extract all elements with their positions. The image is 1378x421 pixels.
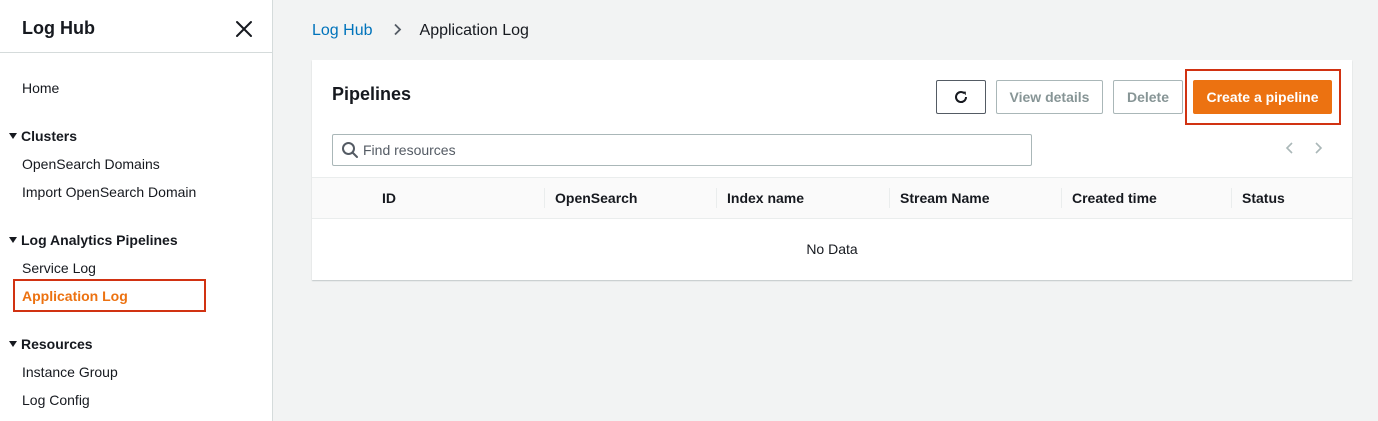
- sidebar-item-home[interactable]: Home: [22, 80, 59, 96]
- sidebar-item-instance-group[interactable]: Instance Group: [22, 364, 118, 380]
- empty-state: No Data: [806, 241, 858, 257]
- sidebar-section-resources[interactable]: Resources: [9, 336, 93, 352]
- chevron-right-icon[interactable]: [1311, 140, 1325, 156]
- sidebar-item-service-log[interactable]: Service Log: [22, 260, 96, 276]
- column-header-stream-name[interactable]: Stream Name: [890, 178, 990, 218]
- column-header-status[interactable]: Status: [1232, 178, 1285, 218]
- table-header: ID OpenSearch Index name Stream Name Cre…: [312, 177, 1352, 219]
- sidebar-title: Log Hub: [22, 18, 95, 38]
- column-header-created-time[interactable]: Created time: [1062, 178, 1157, 218]
- search-box: [332, 134, 1032, 166]
- chevron-right-icon: [393, 23, 402, 41]
- sidebar-header: Log Hub: [0, 0, 272, 53]
- column-header-index-name[interactable]: Index name: [717, 178, 804, 218]
- sidebar-section-clusters[interactable]: Clusters: [9, 128, 77, 144]
- caret-down-icon: [9, 341, 17, 347]
- sidebar-section-log-analytics-pipelines[interactable]: Log Analytics Pipelines: [9, 232, 178, 248]
- sidebar-item-import-opensearch-domain[interactable]: Import OpenSearch Domain: [22, 184, 196, 200]
- refresh-button[interactable]: [936, 80, 986, 114]
- panel-title: Pipelines: [332, 84, 412, 104]
- view-details-button[interactable]: View details: [996, 80, 1103, 114]
- column-header-id[interactable]: ID: [372, 178, 396, 218]
- pipelines-panel: Pipelines View details Delete Create a p…: [312, 60, 1352, 280]
- sidebar-item-log-config[interactable]: Log Config: [22, 392, 90, 408]
- delete-button[interactable]: Delete: [1113, 80, 1183, 114]
- sidebar-item-application-log[interactable]: Application Log: [22, 288, 128, 304]
- breadcrumb: Log Hub Application Log: [312, 22, 529, 41]
- search-icon: [342, 142, 358, 158]
- breadcrumb-root-link[interactable]: Log Hub: [312, 22, 373, 39]
- column-header-opensearch[interactable]: OpenSearch: [545, 178, 637, 218]
- caret-down-icon: [9, 237, 17, 243]
- chevron-left-icon[interactable]: [1283, 140, 1297, 156]
- caret-down-icon: [9, 133, 17, 139]
- sidebar-item-opensearch-domains[interactable]: OpenSearch Domains: [22, 156, 160, 172]
- sidebar: Log Hub Home Clusters OpenSearch Domains…: [0, 0, 273, 421]
- search-input[interactable]: [363, 139, 1023, 161]
- create-pipeline-button[interactable]: Create a pipeline: [1193, 80, 1332, 114]
- refresh-icon: [955, 91, 968, 103]
- breadcrumb-current: Application Log: [419, 22, 529, 39]
- close-icon[interactable]: [233, 18, 255, 40]
